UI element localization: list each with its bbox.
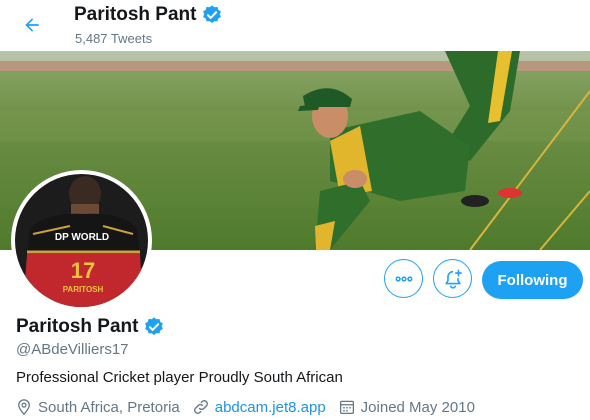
display-name: Paritosh Pant	[16, 316, 139, 337]
back-button[interactable]	[17, 10, 47, 40]
join-date: Joined May 2010	[338, 398, 475, 416]
user-handle: @ABdeVilliers17	[16, 341, 129, 358]
website[interactable]: abdcam.jet8.app	[192, 398, 326, 416]
following-button[interactable]: Following	[482, 261, 583, 299]
profile-name: Paritosh Pant	[16, 316, 165, 338]
bell-plus-icon	[444, 269, 462, 289]
avatar-image: DP WORLD 17 PARITOSH	[15, 174, 148, 307]
header-name: Paritosh Pant	[74, 4, 197, 25]
profile-bio: Professional Cricket player Proudly Sout…	[16, 369, 343, 386]
tweet-count: 5,487 Tweets	[75, 31, 153, 46]
jersey-number: 17	[70, 258, 96, 283]
avatar[interactable]: DP WORLD 17 PARITOSH	[11, 170, 152, 311]
notifications-button[interactable]	[433, 259, 472, 298]
arrow-left-icon	[25, 18, 39, 32]
location: South Africa, Pretoria	[15, 398, 180, 416]
calendar-icon	[339, 400, 354, 415]
jersey-name: PARITOSH	[62, 285, 104, 294]
verified-badge-icon	[145, 317, 164, 335]
link-icon	[193, 400, 208, 414]
verified-badge-icon	[203, 5, 222, 23]
more-options-button[interactable]	[384, 259, 423, 298]
more-horizontal-icon	[395, 275, 412, 282]
profile-header-bar: Paritosh Pant 5,487 Tweets	[0, 0, 590, 51]
location-text: South Africa, Pretoria	[38, 398, 180, 416]
profile-meta: South Africa, Pretoria abdcam.jet8.app J…	[15, 398, 487, 416]
join-date-text: Joined May 2010	[360, 398, 475, 416]
jersey-sponsor: DP WORLD	[54, 232, 110, 243]
header-title: Paritosh Pant	[74, 4, 223, 26]
website-link[interactable]: abdcam.jet8.app	[215, 399, 326, 416]
location-pin-icon	[18, 399, 30, 416]
